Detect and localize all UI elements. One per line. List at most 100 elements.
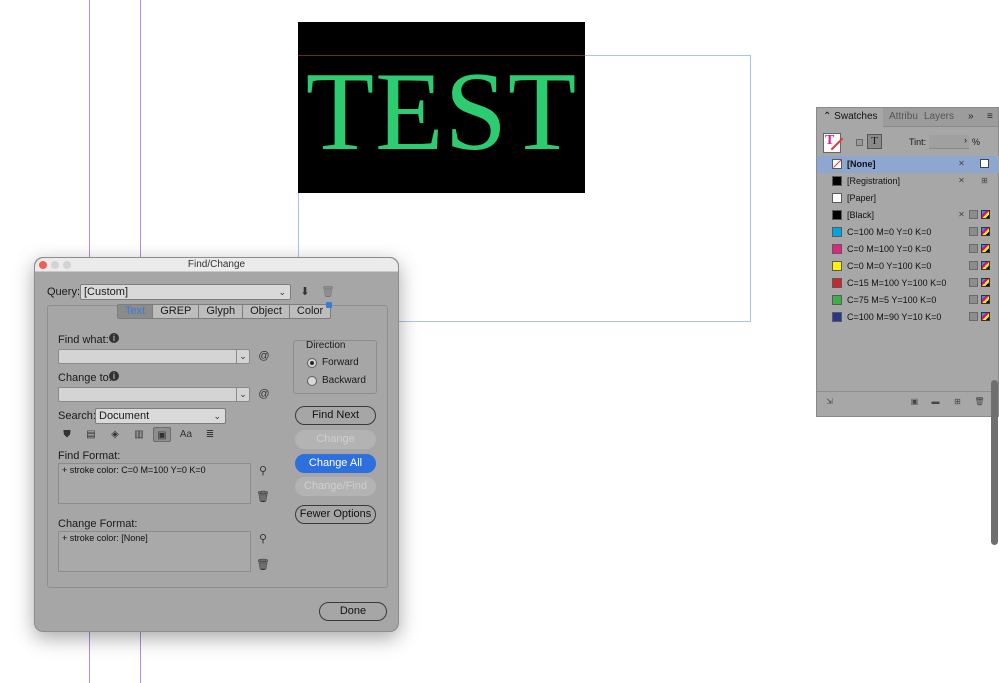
master-pages-icon[interactable]: ▥ xyxy=(130,427,148,442)
special-characters-find-icon[interactable]: @ xyxy=(257,350,271,362)
cmyk-mode-icon xyxy=(981,210,990,219)
new-color-group-icon[interactable]: ▬ xyxy=(930,397,941,408)
clear-change-format-icon[interactable]: 🗑 xyxy=(256,559,270,571)
change-button[interactable]: Change xyxy=(295,430,376,449)
query-select[interactable]: [Custom] ⌄ xyxy=(80,284,291,300)
process-color-icon xyxy=(969,244,978,253)
swatch-cyan[interactable]: C=100 M=0 Y=0 K=0 xyxy=(817,224,999,241)
tab-layers[interactable]: Layers xyxy=(924,111,954,122)
save-query-icon[interactable]: ⬇ xyxy=(298,286,312,298)
formatting-container-icon[interactable] xyxy=(856,139,863,146)
tab-color-label: Color xyxy=(296,305,324,317)
tab-grep[interactable]: GREP xyxy=(153,304,200,319)
dialog-titlebar[interactable]: Find/Change xyxy=(35,258,398,272)
whole-word-icon[interactable]: ≣ xyxy=(201,427,219,442)
vertical-scrollbar[interactable] xyxy=(991,380,998,545)
specify-find-format-icon[interactable]: ⚲ xyxy=(256,465,270,477)
find-change-dialog: Find/Change Query: [Custom] ⌄ ⬇ 🗑 Text G… xyxy=(34,257,399,632)
footnotes-icon[interactable]: ▣ xyxy=(153,427,171,442)
non-editable-icon: ✕ xyxy=(958,176,965,185)
case-sensitive-icon[interactable]: Aa xyxy=(177,427,195,442)
delete-swatch-icon[interactable]: 🗑 xyxy=(974,397,985,408)
registration-icon: ⊞ xyxy=(981,176,988,185)
tab-indicator-icon xyxy=(326,302,333,308)
info-icon[interactable]: i xyxy=(109,371,119,381)
clear-find-format-icon[interactable]: 🗑 xyxy=(256,491,270,503)
tab-text[interactable]: Text xyxy=(117,304,154,319)
swatch-none[interactable]: [None] ✕ xyxy=(817,156,999,173)
tab-attributes[interactable]: Attribu xyxy=(889,111,918,122)
panel-footer-divider xyxy=(817,391,999,392)
chevron-down-icon[interactable]: ⌄ xyxy=(236,350,249,363)
swatch-chip xyxy=(832,244,842,254)
direction-group: Direction Forward Backward xyxy=(293,340,377,394)
swatch-name: [Black] xyxy=(847,210,875,220)
change-format-box[interactable]: + stroke color: [None] xyxy=(58,531,251,572)
swatch-blue[interactable]: C=100 M=90 Y=10 K=0 xyxy=(817,309,999,326)
process-color-icon xyxy=(969,227,978,236)
query-label: Query: xyxy=(47,286,81,298)
hidden-layers-icon[interactable]: ◈ xyxy=(106,427,124,442)
find-what-field[interactable]: ⌄ xyxy=(58,349,250,364)
swatch-chip xyxy=(832,193,842,203)
locked-layers-icon[interactable]: ⛊ xyxy=(58,427,76,442)
test-text: TEST xyxy=(305,50,578,174)
specify-change-format-icon[interactable]: ⚲ xyxy=(256,533,270,545)
swatch-chip xyxy=(832,159,842,169)
special-characters-change-icon[interactable]: @ xyxy=(257,388,271,400)
panel-menu-icon[interactable]: ≡ xyxy=(987,111,993,122)
add-selected-swatch-icon[interactable]: ⇲ xyxy=(824,397,835,408)
tab-swatches[interactable]: ⌃ Swatches xyxy=(823,111,878,122)
locked-stories-icon[interactable]: ▤ xyxy=(82,427,100,442)
non-editable-icon: ✕ xyxy=(958,159,965,168)
fill-stroke-proxy[interactable]: T xyxy=(823,133,844,153)
panel-expand-icon[interactable]: » xyxy=(968,111,974,122)
swatch-name: C=0 M=0 Y=100 K=0 xyxy=(847,261,932,271)
process-color-icon xyxy=(969,210,978,219)
chevron-down-icon[interactable]: ⌄ xyxy=(236,388,249,401)
swatch-chip xyxy=(832,176,842,186)
fewer-options-button[interactable]: Fewer Options xyxy=(295,505,376,524)
change-to-field[interactable]: ⌄ xyxy=(58,387,250,402)
change-find-button[interactable]: Change/Find xyxy=(295,477,376,496)
swatch-chip xyxy=(832,312,842,322)
swatch-chip xyxy=(832,278,842,288)
swatch-green[interactable]: C=75 M=5 Y=100 K=0 xyxy=(817,292,999,309)
tint-arrow-icon[interactable]: › xyxy=(964,135,967,145)
tint-label: Tint: xyxy=(909,137,927,147)
swatch-black[interactable]: [Black] ✕ xyxy=(817,207,999,224)
swatch-magenta[interactable]: C=0 M=100 Y=0 K=0 xyxy=(817,241,999,258)
delete-query-icon[interactable]: 🗑 xyxy=(321,286,335,298)
text-frame[interactable]: TEST xyxy=(298,22,585,193)
process-color-icon xyxy=(969,278,978,287)
swatch-view-icon[interactable]: ▣ xyxy=(909,397,920,408)
swatch-registration[interactable]: [Registration] ✕ ⊞ xyxy=(817,173,999,190)
tint-input[interactable]: › xyxy=(929,135,969,149)
swatch-chip xyxy=(832,295,842,305)
process-color-icon xyxy=(969,261,978,270)
forward-radio[interactable] xyxy=(307,358,317,368)
change-all-button[interactable]: Change All xyxy=(295,454,376,473)
tab-glyph[interactable]: Glyph xyxy=(199,304,244,319)
find-format-box[interactable]: + stroke color: C=0 M=100 Y=0 K=0 xyxy=(58,463,251,504)
panel-tab-bar: ⌃ Swatches Attribu Layers » ≡ xyxy=(817,108,998,127)
search-type-tabs: Text GREP Glyph Object Color xyxy=(117,302,333,319)
info-icon[interactable]: i xyxy=(109,333,119,343)
search-scope-select[interactable]: Document ⌄ xyxy=(95,408,226,424)
query-value: [Custom] xyxy=(84,286,129,298)
find-format-value: + stroke color: C=0 M=100 Y=0 K=0 xyxy=(62,465,206,475)
formatting-text-icon[interactable]: T xyxy=(867,134,882,149)
swatch-yellow[interactable]: C=0 M=0 Y=100 K=0 xyxy=(817,258,999,275)
swatch-paper[interactable]: [Paper] xyxy=(817,190,999,207)
cmyk-mode-icon xyxy=(981,261,990,270)
swatch-red[interactable]: C=15 M=100 Y=100 K=0 xyxy=(817,275,999,292)
backward-label: Backward xyxy=(322,375,366,386)
tab-color[interactable]: Color xyxy=(289,302,333,319)
tab-object[interactable]: Object xyxy=(243,304,290,319)
swatches-panel: ⌃ Swatches Attribu Layers » ≡ T T Tint: … xyxy=(816,107,999,417)
backward-radio[interactable] xyxy=(307,376,317,386)
new-swatch-icon[interactable]: ⊞ xyxy=(952,397,963,408)
cmyk-mode-icon xyxy=(981,295,990,304)
done-button[interactable]: Done xyxy=(319,602,387,621)
find-next-button[interactable]: Find Next xyxy=(295,406,376,425)
